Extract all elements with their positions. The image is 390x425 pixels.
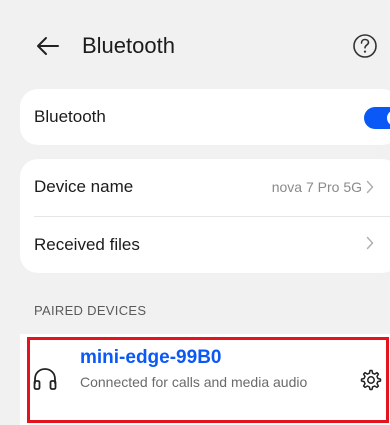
bluetooth-settings-screen: Bluetooth Bluetooth Device name nova 7 P…: [0, 0, 390, 425]
device-name-value: nova 7 Pro 5G: [271, 179, 362, 195]
chevron-right-icon: [366, 236, 374, 250]
help-icon: [353, 34, 377, 58]
device-settings-button[interactable]: [358, 367, 384, 393]
headphones-icon: [33, 368, 57, 390]
gear-icon: [360, 369, 382, 391]
bluetooth-label: Bluetooth: [34, 107, 106, 126]
paired-device-name: mini-edge-99B0: [80, 347, 222, 368]
bluetooth-toggle-card: Bluetooth: [20, 89, 390, 145]
device-info-card: Device name nova 7 Pro 5G Received files: [20, 159, 390, 273]
received-files-value-group: [366, 236, 374, 250]
chevron-right-icon: [366, 180, 374, 194]
paired-devices-header: PAIRED DEVICES: [34, 303, 147, 318]
back-button[interactable]: [28, 26, 68, 66]
back-arrow-icon: [37, 37, 59, 55]
received-files-label: Received files: [34, 235, 140, 254]
device-name-row[interactable]: Device name nova 7 Pro 5G: [20, 159, 390, 217]
device-name-value-group: nova 7 Pro 5G: [272, 178, 374, 196]
help-button[interactable]: [350, 31, 380, 61]
page-title: Bluetooth: [82, 33, 175, 58]
bluetooth-toggle[interactable]: [364, 107, 390, 129]
paired-device-status: Connected for calls and media audio: [80, 374, 308, 390]
app-header: Bluetooth: [0, 18, 390, 74]
received-files-row[interactable]: Received files: [20, 217, 390, 273]
device-name-label: Device name: [34, 177, 134, 196]
paired-device-row[interactable]: mini-edge-99B0 Connected for calls and m…: [20, 334, 390, 424]
bluetooth-toggle-row[interactable]: Bluetooth: [20, 89, 390, 145]
